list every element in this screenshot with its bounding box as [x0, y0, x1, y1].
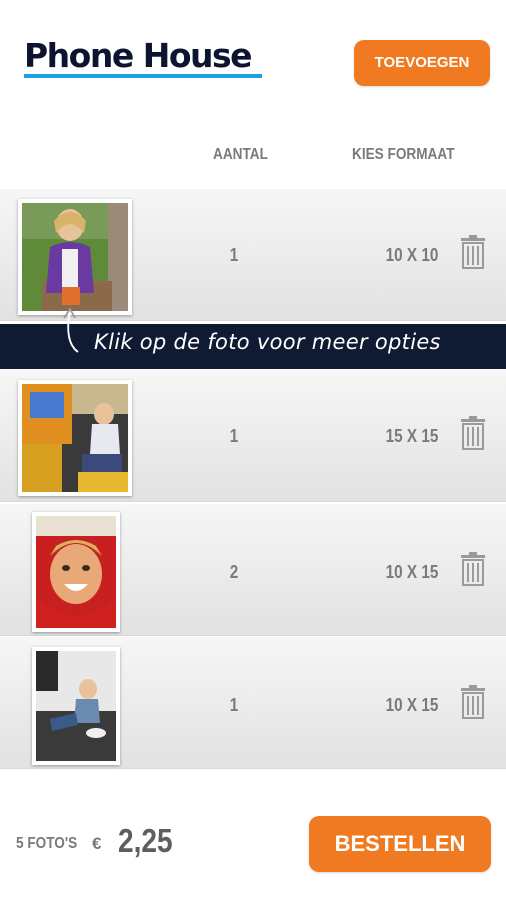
curved-arrow-icon [63, 307, 79, 353]
photo-child-red-hood [36, 516, 116, 628]
format-value[interactable]: 15 X 15 [378, 426, 446, 447]
trash-icon[interactable] [460, 235, 486, 269]
format-value[interactable]: 10 X 10 [378, 245, 446, 266]
format-value[interactable]: 10 X 15 [378, 562, 446, 583]
quantity-value[interactable]: 1 [217, 245, 251, 266]
app-header: Phone House TOEVOEGEN [0, 0, 506, 130]
format-value[interactable]: 10 X 15 [378, 695, 446, 716]
add-button[interactable]: TOEVOEGEN [354, 40, 490, 86]
currency-symbol: € [92, 834, 102, 853]
phone-house-logo: Phone House [24, 36, 262, 78]
photo-thumbnail-4[interactable] [32, 647, 120, 765]
trash-icon[interactable] [460, 552, 486, 586]
photo-row-1: 1 10 X 10 [0, 189, 506, 321]
quantity-value[interactable]: 1 [217, 426, 251, 447]
photo-row-3: 2 10 X 15 [0, 504, 506, 636]
trash-icon[interactable] [460, 416, 486, 450]
column-header-format: KIES FORMAAT [352, 146, 455, 163]
photo-girl-purple-jacket [22, 203, 128, 311]
trash-icon[interactable] [460, 685, 486, 719]
photo-row-4: 1 10 X 15 [0, 637, 506, 769]
photo-thumbnail-3[interactable] [32, 512, 120, 632]
photo-row-2: 1 15 X 15 [0, 370, 506, 502]
column-header-quantity: AANTAL [213, 146, 268, 163]
photo-child-arcade-game [22, 384, 128, 492]
photo-count: 5 FOTO'S [16, 835, 78, 852]
photo-thumbnail-1[interactable] [18, 199, 132, 315]
quantity-value[interactable]: 1 [217, 695, 251, 716]
order-button[interactable]: BESTELLEN [309, 816, 491, 872]
photo-toddler-on-floor [36, 651, 116, 761]
photo-thumbnail-2[interactable] [18, 380, 132, 496]
quantity-value[interactable]: 2 [217, 562, 251, 583]
hint-text: Klik op de foto voor meer opties [94, 330, 441, 354]
total-price: 2,25 [118, 822, 173, 859]
logo-text: Phone House [24, 36, 253, 75]
